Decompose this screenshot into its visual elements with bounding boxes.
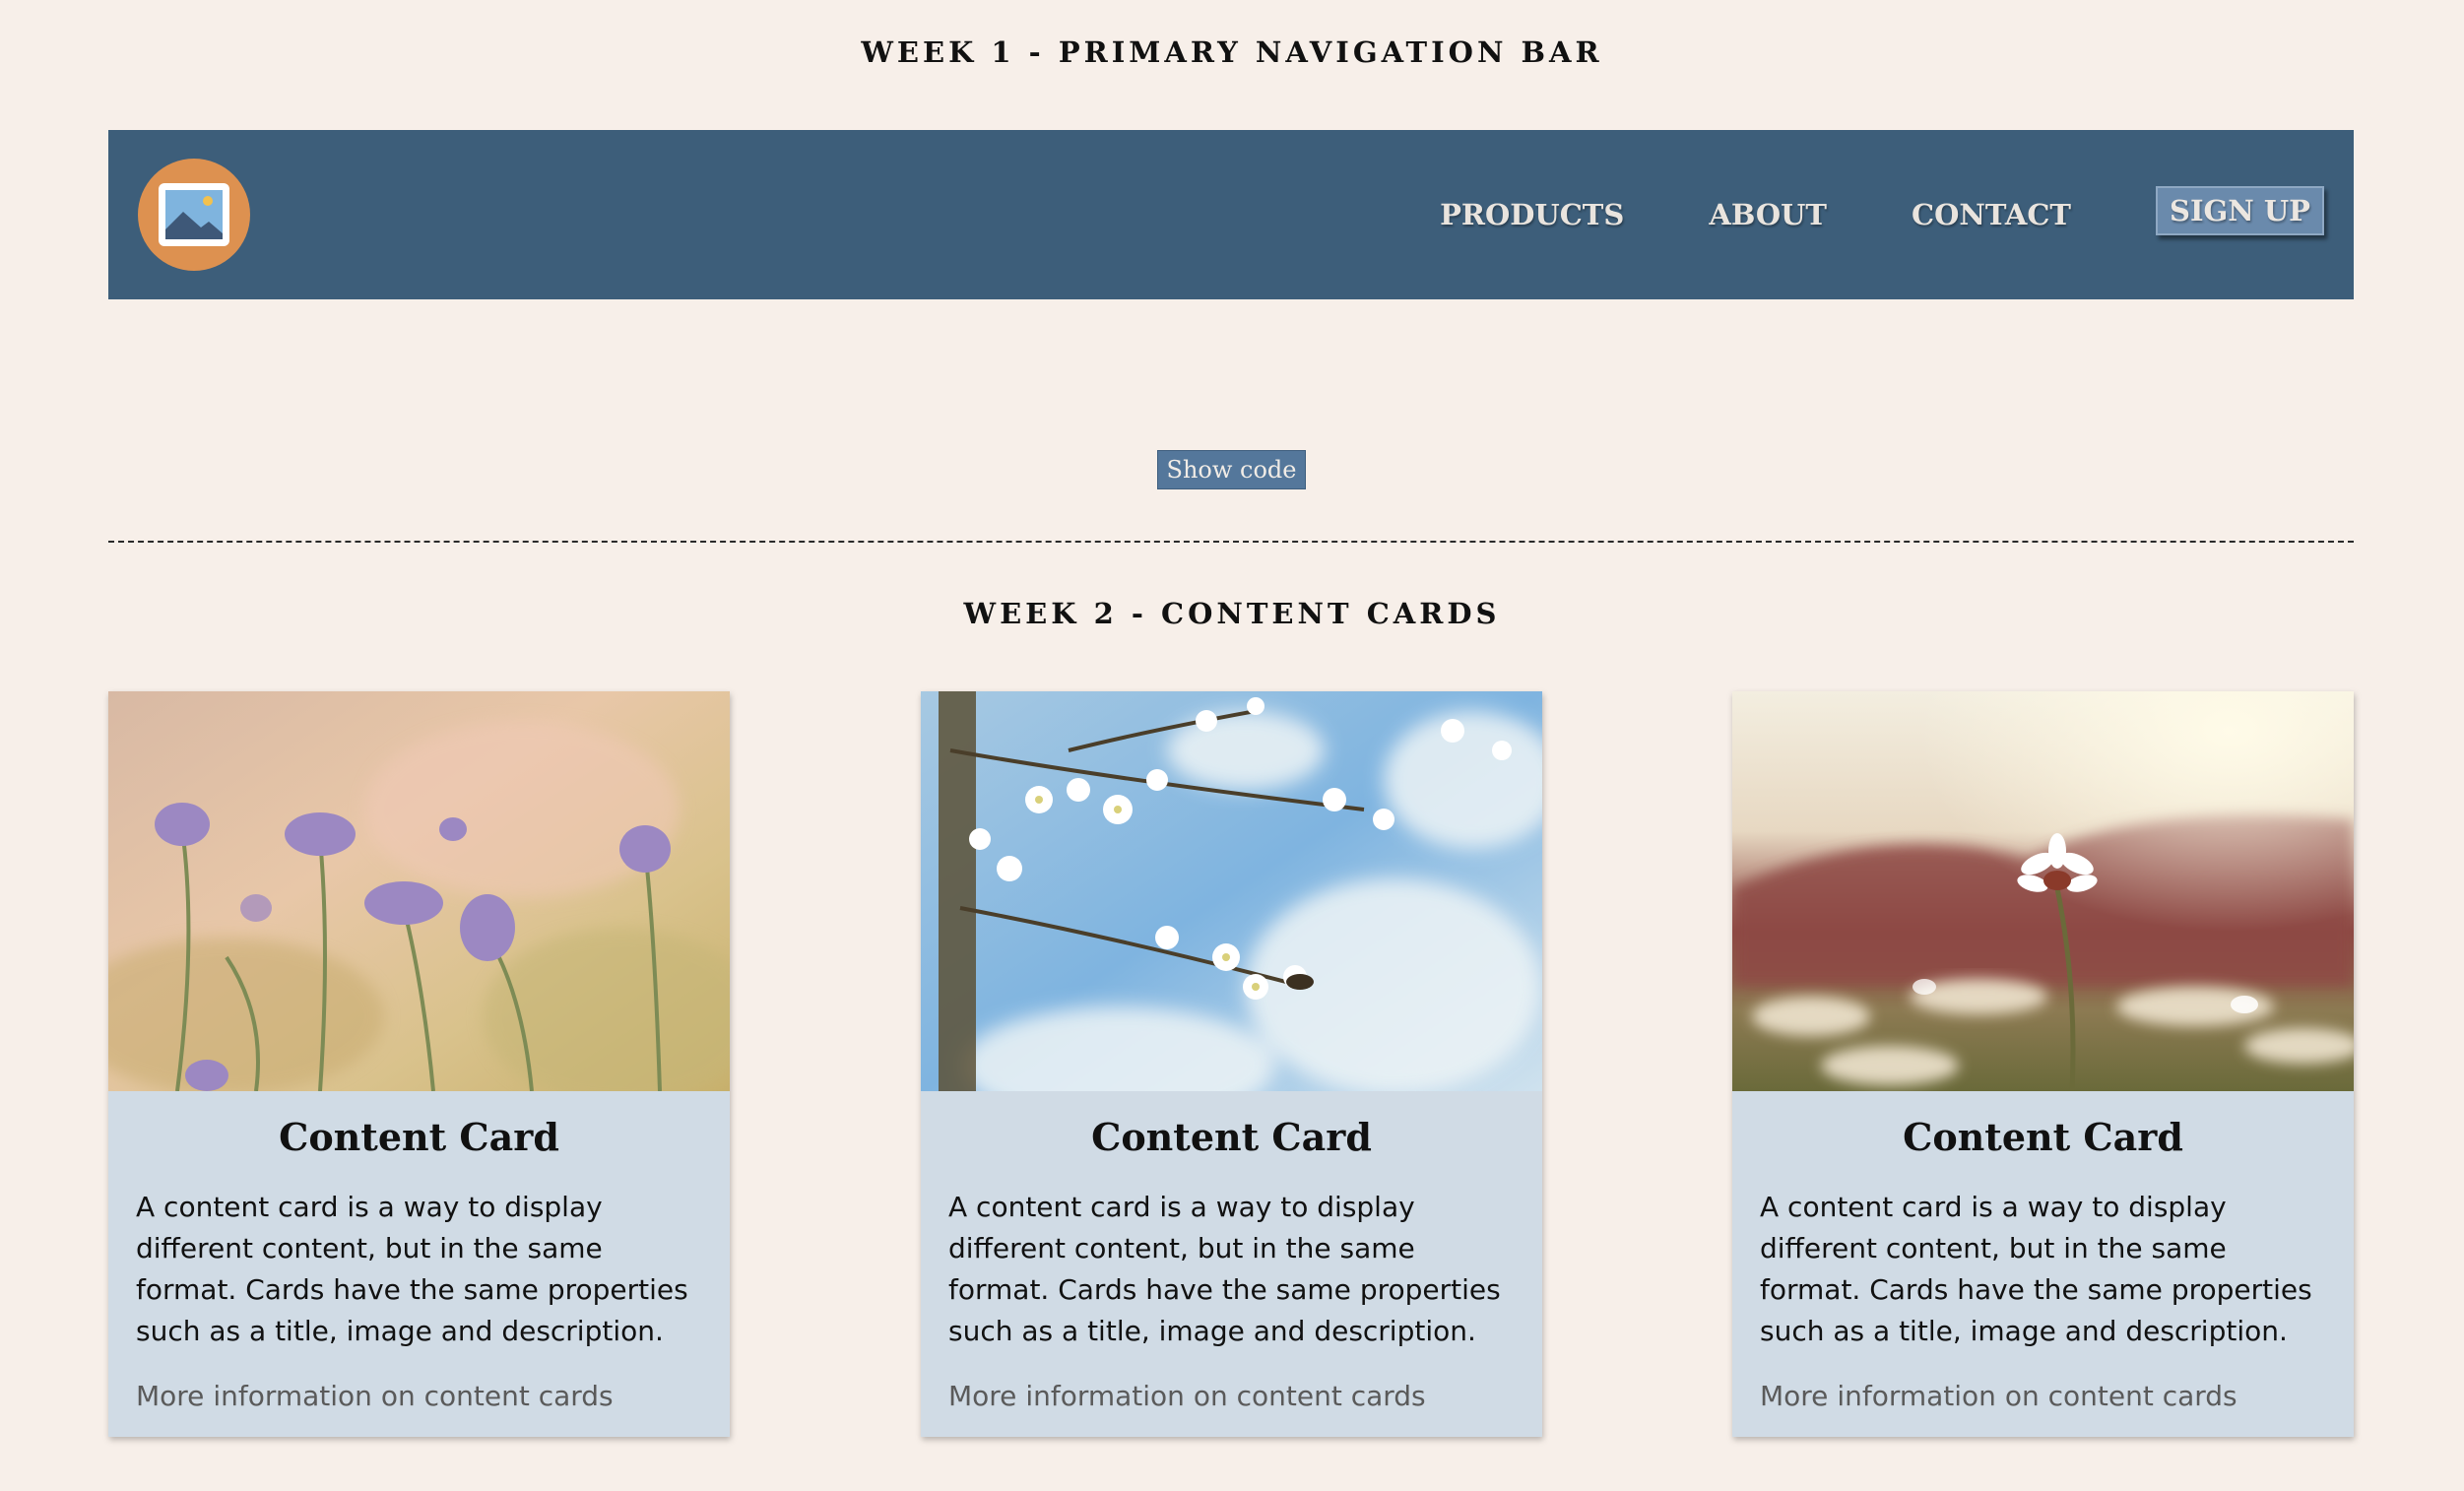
- week2-heading: WEEK 2 - CONTENT CARDS: [963, 597, 1501, 630]
- content-card: Content Card A content card is a way to …: [1732, 691, 2354, 1437]
- nav-link-products[interactable]: PRODUCTS: [1440, 198, 1624, 231]
- section-divider: [108, 541, 2354, 543]
- card-title: Content Card: [1903, 1115, 2183, 1159]
- card-title: Content Card: [1091, 1115, 1372, 1159]
- card-title: Content Card: [279, 1115, 559, 1159]
- card-image-blossom: [921, 691, 1542, 1091]
- card-more-info-link[interactable]: More information on content cards: [948, 1380, 1515, 1412]
- content-card: Content Card A content card is a way to …: [921, 691, 1542, 1437]
- card-description: A content card is a way to display diffe…: [136, 1191, 688, 1347]
- sign-up-button[interactable]: SIGN UP: [2156, 186, 2324, 235]
- card-more-info-link[interactable]: More information on content cards: [1760, 1380, 2326, 1412]
- content-card: Content Card A content card is a way to …: [108, 691, 730, 1437]
- logo[interactable]: [138, 159, 250, 271]
- card-description: A content card is a way to display diffe…: [948, 1191, 1501, 1347]
- image-icon: [159, 183, 229, 246]
- card-more-info-link[interactable]: More information on content cards: [136, 1380, 702, 1412]
- nav-link-about[interactable]: ABOUT: [1709, 198, 1827, 231]
- card-description: A content card is a way to display diffe…: [1760, 1191, 2312, 1347]
- show-code-button[interactable]: Show code: [1157, 450, 1306, 489]
- nav-link-contact[interactable]: CONTACT: [1912, 198, 2071, 231]
- card-image-daisies: [1732, 691, 2354, 1091]
- week1-heading: WEEK 1 - PRIMARY NAVIGATION BAR: [861, 35, 1603, 69]
- primary-navigation-bar: PRODUCTS ABOUT CONTACT SIGN UP: [108, 130, 2354, 299]
- card-image-wildflowers: [108, 691, 730, 1091]
